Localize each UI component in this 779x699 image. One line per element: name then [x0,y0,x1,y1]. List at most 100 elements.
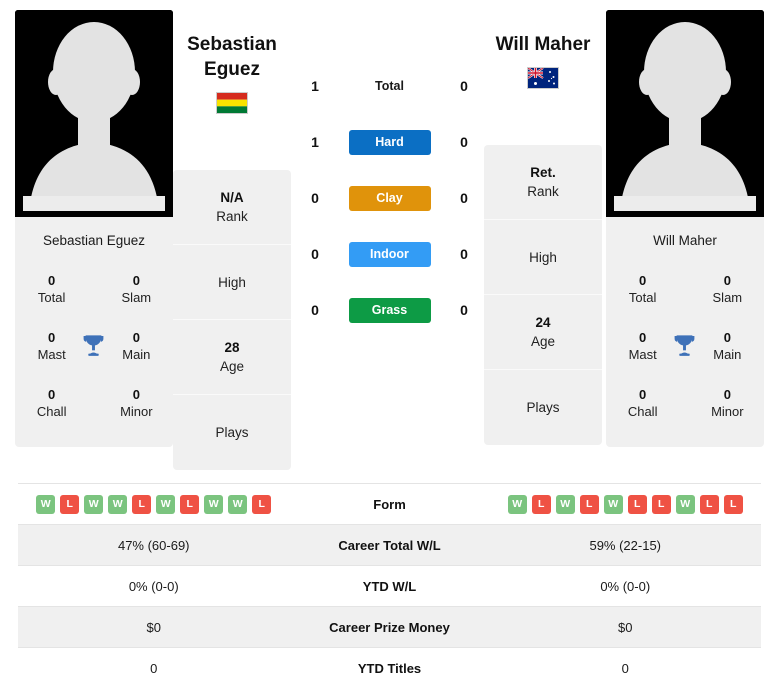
left-ytd-titles: 0 [150,660,158,676]
titles-main-label: Main [713,346,742,362]
info-plays: Plays [484,370,602,445]
form-win-badge[interactable]: W [156,494,176,514]
form-loss-badge[interactable]: L [699,494,719,514]
form-loss-badge[interactable]: L [531,494,551,514]
comparison-header: Sebastian Eguez 0 Total 0 Slam 0 Mast 0 … [0,0,779,470]
left-player-photo[interactable] [15,10,173,217]
titles-minor: 0 Minor [114,386,159,420]
h2h-indoor-badge[interactable]: Indoor [348,241,431,267]
trophy-icon [74,332,113,359]
player-comparison-page: Sebastian Eguez 0 Total 0 Slam 0 Mast 0 … [0,0,779,699]
right-rank-value: Ret. [530,165,556,180]
titles-mast-value: 0 [639,329,647,345]
form-win-badge[interactable]: W [84,494,104,514]
titles-minor: 0 Minor [705,386,750,420]
h2h-grass-right-score: 0 [460,302,468,318]
form-loss-badge[interactable]: L [627,494,647,514]
titles-chall-label: Chall [627,403,658,419]
form-win-badge[interactable]: W [507,494,527,514]
trophy-icon-glyph [675,335,695,356]
right-plays-label: Plays [526,400,560,415]
h2h-grass-badge[interactable]: Grass [348,297,431,323]
titles-row: 0 Chall 0 Minor [606,374,764,431]
ytd-wl-label: YTD W/L [362,578,417,594]
info-age: 28 Age [173,320,291,395]
table-row: 0 YTD Titles 0 [18,647,761,688]
titles-main-label: Main [122,346,151,362]
titles-main-value: 0 [132,329,140,345]
form-loss-badge[interactable]: L [723,494,743,514]
head-to-head-column: 1 Total 0 1 Hard 0 0 Clay 0 0 Indoor 0 0… [295,10,484,338]
h2h-total-badge-wrap: Total [335,74,444,99]
australia-flag-icon [527,67,559,89]
form-loss-badge[interactable]: L [180,494,200,514]
left-info-card: N/A Rank High 28 Age Plays [173,170,291,470]
left-high-label: High [218,274,246,290]
right-player-photo[interactable] [606,10,764,217]
h2h-indoor-left-score: 0 [311,246,319,262]
form-loss-badge[interactable]: L [132,494,152,514]
titles-total-label: Total [628,289,657,305]
form-win-badge[interactable]: W [675,494,695,514]
right-rank-label: Rank [527,184,559,199]
form-win-badge[interactable]: W [228,494,248,514]
form-row-label: Form [373,496,406,512]
titles-minor-label: Minor [711,403,744,419]
right-player-panel: Will Maher 0 Total 0 Slam 0 Mast 0 Main … [606,10,764,447]
left-career-wl: 47% (60-69) [117,537,190,553]
form-loss-badge[interactable]: L [252,494,272,514]
left-age-label: Age [219,359,245,374]
form-win-badge[interactable]: W [204,494,224,514]
avatar-silhouette-icon [15,10,173,217]
titles-main: 0 Main [114,329,159,363]
stats-table: WLWWLWLWWL Form WLWLWLLWLL 47% (60-69) C… [18,483,761,688]
right-ytd-wl: 0% (0-0) [600,578,651,594]
right-career-wl: 59% (22-15) [589,537,662,553]
h2h-clay-badge[interactable]: Clay [348,185,431,211]
form-win-badge[interactable]: W [555,494,575,514]
h2h-clay-left-score: 0 [311,190,319,206]
info-high: High [484,220,602,295]
form-loss-badge[interactable]: L [60,494,80,514]
right-age-label: Age [530,334,556,349]
titles-total-label: Total [37,289,66,305]
right-info-card: Ret. Rank High 24 Age Plays [484,145,602,445]
h2h-row-clay: 0 Clay 0 [295,170,484,226]
prize-money-label: Career Prize Money [329,619,450,635]
h2h-row-indoor: 0 Indoor 0 [295,226,484,282]
left-rank-value: N/A [220,190,244,205]
left-age-value: 28 [224,340,240,355]
form-loss-badge[interactable]: L [579,494,599,514]
h2h-row-hard: 1 Hard 0 [295,114,484,170]
titles-main: 0 Main [705,329,750,363]
titles-mast-value: 0 [48,329,56,345]
titles-chall-value: 0 [639,386,647,402]
titles-mast: 0 Mast [29,329,74,363]
career-wl-label: Career Total W/L [338,537,441,553]
form-win-badge[interactable]: W [36,494,56,514]
titles-main-value: 0 [723,329,731,345]
info-high: High [173,245,291,320]
form-win-badge[interactable]: W [108,494,128,514]
h2h-clay-right-score: 0 [460,190,468,206]
titles-slam-value: 0 [132,272,140,288]
bolivia-flag-icon [216,92,248,114]
left-player-panel: Sebastian Eguez 0 Total 0 Slam 0 Mast 0 … [15,10,173,447]
titles-mast: 0 Mast [620,329,665,363]
right-player-name-block: Will Maher [484,10,602,89]
h2h-hard-badge-wrap: Hard [335,129,444,155]
form-loss-badge[interactable]: L [651,494,671,514]
left-player-name: Sebastian Eguez [42,233,146,248]
h2h-indoor-badge-wrap: Indoor [335,241,444,267]
titles-slam-label: Slam [712,289,743,305]
form-win-badge[interactable]: W [603,494,623,514]
titles-slam-label: Slam [121,289,152,305]
titles-chall-label: Chall [36,403,67,419]
h2h-hard-left-score: 1 [311,134,319,150]
left-form-badges: WLWWLWLWWL [18,494,290,514]
right-form-badges: WLWLWLLWLL [490,494,762,514]
right-prize-money: $0 [618,619,633,635]
h2h-grass-badge-wrap: Grass [335,297,444,323]
h2h-hard-badge[interactable]: Hard [348,129,431,155]
table-row: 47% (60-69) Career Total W/L 59% (22-15) [18,524,761,565]
